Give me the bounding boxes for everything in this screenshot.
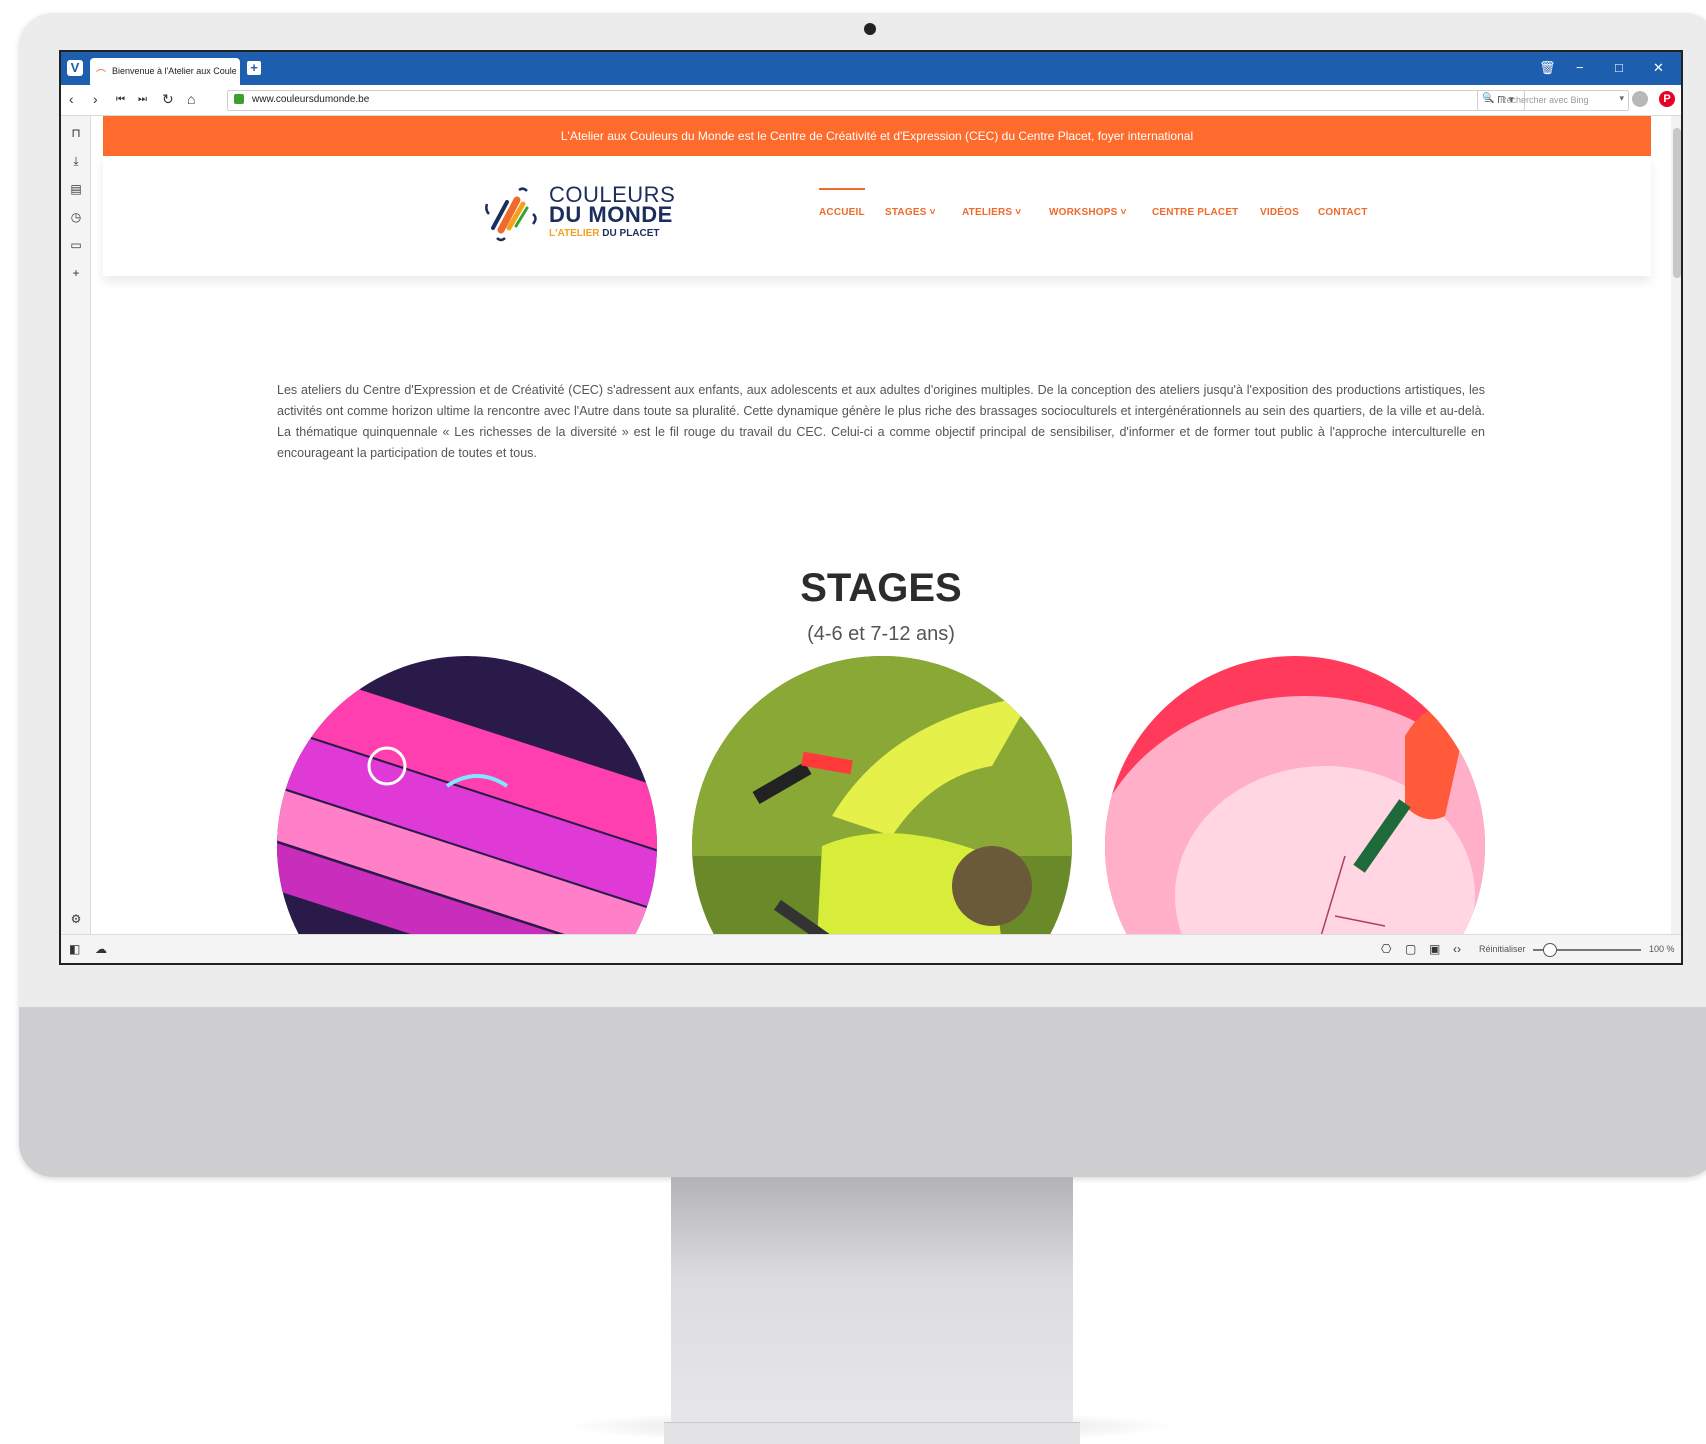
page-scrollbar[interactable] [1671, 116, 1681, 934]
add-panel-icon[interactable]: + [69, 266, 83, 280]
address-bar[interactable]: www.couleursdumonde.be ≡ ⊓ ▾ [227, 90, 1525, 111]
logo-brush-icon[interactable] [483, 184, 543, 244]
trash-icon[interactable]: 🗑 [1539, 60, 1556, 76]
markers-pot-image [692, 656, 1072, 934]
tab-bar: V ⌒ Bienvenue à l'Atelier aux Couleurs d… [61, 52, 1681, 85]
nav-ateliers[interactable]: ATELIERS ˅ [962, 207, 1021, 218]
nav-active-indicator [819, 188, 865, 190]
monitor-chin [19, 1007, 1706, 1177]
chevron-down-icon: ˅ [1120, 207, 1127, 218]
settings-gear-icon[interactable]: ⚙ [69, 912, 83, 926]
logo-line-2: DU MONDE [549, 202, 673, 227]
nav-ateliers-label: ATELIERS [962, 207, 1013, 218]
browser-tab[interactable]: ⌒ Bienvenue à l'Atelier aux Couleurs du … [90, 58, 240, 85]
logo-line-3-rest: DU PLACET [599, 228, 660, 239]
browser-window: V ⌒ Bienvenue à l'Atelier aux Couleurs d… [59, 50, 1683, 965]
painted-wood-image [277, 656, 657, 934]
panel-toggle-icon[interactable]: ◧ [69, 942, 80, 956]
side-panel: ⊓ ⤓ ▤ ◷ ▭ + ⚙ [61, 116, 91, 934]
pencil-drawing-image [1105, 656, 1485, 934]
nav-contact[interactable]: CONTACT [1318, 207, 1368, 218]
cloud-sync-icon[interactable]: ☁ [95, 942, 107, 956]
search-placeholder: Rechercher avec Bing [1500, 95, 1589, 105]
capture-icon[interactable]: ⎔ [1381, 942, 1391, 956]
chevron-down-icon: ˅ [1015, 207, 1022, 218]
reload-icon[interactable]: ↻ [162, 91, 174, 108]
chevron-down-icon[interactable]: ▾ [1619, 93, 1624, 104]
stage-image-wood[interactable] [277, 656, 657, 934]
vivaldi-menu-icon[interactable]: V [67, 60, 83, 76]
address-toolbar: ‹ › ⏮ ⏭ ↻ ⌂ www.couleursdumonde.be ≡ ⊓ ▾… [61, 85, 1681, 116]
stage-image-drawing[interactable] [1105, 656, 1485, 934]
notes-icon[interactable]: ▤ [69, 182, 83, 196]
stage-image-markers[interactable] [692, 656, 1072, 934]
rewind-icon[interactable]: ⏮ [116, 94, 125, 105]
minimize-button[interactable]: − [1576, 60, 1584, 75]
monitor-stand [671, 1177, 1073, 1427]
stages-subheading: (4-6 et 7-12 ans) [807, 623, 955, 645]
stages-heading: STAGES [800, 566, 962, 610]
zoom-slider-knob[interactable] [1543, 943, 1558, 957]
logo-line-3-accent: L'ATELIER [549, 228, 600, 239]
bookmarks-icon[interactable]: ⊓ [69, 126, 83, 140]
tile-icon[interactable]: ▢ [1405, 942, 1416, 956]
site-favicon-icon: ⌒ [96, 70, 106, 81]
tab-title: Bienvenue à l'Atelier aux Couleurs du Mo… [112, 66, 236, 76]
zoom-slider[interactable] [1533, 943, 1641, 957]
status-bar: ◧ ☁ ⎔ ▢ ▣ ‹› Réinitialiser 100 % [61, 934, 1681, 963]
reset-zoom-button[interactable]: Réinitialiser [1479, 944, 1526, 954]
image-icon[interactable]: ▣ [1429, 942, 1440, 956]
profile-avatar[interactable] [1632, 91, 1648, 107]
nav-videos[interactable]: VIDÉOS [1260, 207, 1299, 218]
search-field[interactable]: 🔍 Rechercher avec Bing ▾ [1477, 90, 1629, 111]
monitor-stand-base [664, 1422, 1080, 1444]
scrollbar-thumb[interactable] [1673, 128, 1681, 278]
intro-paragraph: Les ateliers du Centre d'Expression et d… [277, 383, 1485, 460]
page-viewport: L'Atelier aux Couleurs du Monde est le C… [91, 116, 1671, 934]
logo-line-3: L'ATELIER DU PLACET [549, 228, 660, 239]
home-icon[interactable]: ⌂ [187, 91, 195, 107]
maximize-button[interactable]: □ [1615, 60, 1623, 75]
nav-workshops-label: WORKSHOPS [1049, 207, 1118, 218]
site-header: COULEURS DU MONDE L'ATELIER DU PLACET AC… [103, 156, 1651, 276]
search-engine-icon[interactable]: 🔍 [1482, 93, 1494, 104]
webcam [864, 23, 876, 35]
top-banner: L'Atelier aux Couleurs du Monde est le C… [103, 116, 1651, 156]
code-icon[interactable]: ‹› [1453, 942, 1461, 956]
url-text: www.couleursdumonde.be [252, 94, 370, 105]
nav-stages[interactable]: STAGES ˅ [885, 207, 936, 218]
fast-forward-icon[interactable]: ⏭ [138, 94, 147, 105]
nav-centre-placet[interactable]: CENTRE PLACET [1152, 207, 1239, 218]
nav-stages-label: STAGES [885, 207, 927, 218]
zoom-level-text: 100 % [1649, 944, 1675, 954]
nav-accueil[interactable]: ACCUEIL [819, 207, 865, 218]
close-button[interactable]: ✕ [1653, 60, 1664, 76]
pinterest-icon[interactable]: P [1659, 91, 1675, 107]
downloads-icon[interactable]: ⤓ [69, 154, 83, 169]
new-tab-button[interactable]: + [247, 61, 261, 75]
chevron-down-icon: ˅ [929, 207, 936, 218]
history-icon[interactable]: ◷ [69, 210, 83, 224]
back-icon[interactable]: ‹ [69, 91, 74, 107]
lock-icon [234, 94, 244, 104]
window-panel-icon[interactable]: ▭ [69, 238, 83, 252]
nav-workshops[interactable]: WORKSHOPS ˅ [1049, 207, 1127, 218]
forward-icon[interactable]: › [93, 91, 98, 107]
